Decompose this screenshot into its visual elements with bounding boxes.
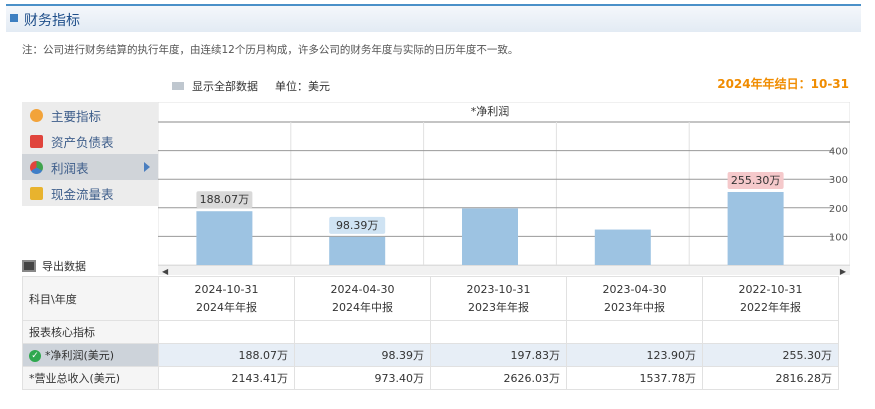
data-label: 255.30万 [731,174,781,187]
table-cell: 2143.41万 [158,366,295,390]
menu-item-label: 利润表 [51,160,89,176]
table-row[interactable]: ✓ *净利润(美元) 188.07万 98.39万 197.83万 123.90万… [22,343,839,367]
pie-chart-icon [30,160,43,174]
export-data-button[interactable]: 导出数据 [22,258,86,274]
table-cell: 2626.03万 [430,366,567,390]
bar [727,191,784,265]
menu-item-label: 现金流量表 [51,186,114,202]
y-tick-label: 200 [829,204,848,215]
bar [329,236,386,265]
y-tick-label: 400 [829,147,848,158]
menu-item-label: 主要指标 [51,108,102,124]
table-header-label: 科目\年度 [22,276,159,321]
table-row[interactable]: *营业总收入(美元) 2143.41万 973.40万 2626.03万 153… [22,366,839,390]
period-header: 2024-04-30 2024年中报 [294,276,431,321]
bar [196,211,253,265]
export-label: 导出数据 [42,260,86,273]
chart-title: *净利润 [471,104,510,118]
unit-label: 单位：美元 [275,80,330,93]
menu-item-income-statement[interactable]: 利润表 [22,154,158,180]
section-header: 财务指标 [6,4,861,32]
row-label: ✓ *净利润(美元) [22,343,159,367]
gear-icon [30,108,43,122]
table-cell: 973.40万 [294,366,431,390]
menu-item-main-indicators[interactable]: 主要指标 [22,102,158,128]
export-icon [22,260,36,272]
period-header: 2024-10-31 2024年年报 [158,276,295,321]
section-label: 报表核心指标 [22,320,159,344]
table-cell: 188.07万 [158,343,295,367]
year-end-label: 2024年年结日：10-31 [717,77,849,91]
table-cell: 2816.28万 [702,366,839,390]
table-cell: 1537.78万 [566,366,703,390]
scroll-left-arrow-icon[interactable]: ◀ [162,267,168,276]
menu-item-cash-flow[interactable]: 现金流量表 [22,180,158,206]
check-icon: ✓ [29,350,41,362]
y-tick-label: 300 [829,175,848,186]
net-profit-chart: 100 200 300 400 *净利润 188.07万 98.39万 255.30万 [157,101,851,266]
scroll-right-arrow-icon[interactable]: ▶ [840,267,846,276]
period-header: 2023-04-30 2023年中报 [566,276,703,321]
table-cell: 98.39万 [294,343,431,367]
data-label: 188.07万 [200,193,250,206]
period-header: 2023-10-31 2023年年报 [430,276,567,321]
table-cell: 255.30万 [702,343,839,367]
show-all-data-label: 显示全部数据 [192,80,258,93]
financial-table: 科目\年度 2024-10-31 2024年年报 2024-04-30 2024年中… [22,276,839,390]
fiscal-year-note: 注：公司进行财务结算的执行年度，由连续12个历月构成，许多公司的财务年度与实际的… [22,44,519,56]
bar [594,229,651,265]
row-label: *营业总收入(美元) [22,366,159,390]
data-label: 98.39万 [336,219,379,232]
show-all-data-toggle[interactable]: 显示全部数据 [172,78,258,94]
statement-menu: 主要指标 资产负债表 利润表 现金流量表 [22,102,158,206]
money-icon [30,186,43,200]
table-cell: 197.83万 [430,343,567,367]
menu-item-label: 资产负债表 [51,134,114,150]
document-icon [30,134,43,148]
period-header: 2022-10-31 2022年年报 [702,276,839,321]
chevron-right-icon [144,162,150,172]
menu-item-balance-sheet[interactable]: 资产负债表 [22,128,158,154]
page-title: 财务指标 [24,13,80,29]
chart-svg: 100 200 300 400 *净利润 188.07万 98.39万 255.30万 [157,101,851,266]
header-marker-icon [10,14,18,22]
table-cell: 123.90万 [566,343,703,367]
toggle-icon [172,82,184,90]
y-tick-label: 100 [829,232,848,243]
bar [462,208,518,265]
chart-scrollbar[interactable]: ◀ ▶ [158,265,850,276]
